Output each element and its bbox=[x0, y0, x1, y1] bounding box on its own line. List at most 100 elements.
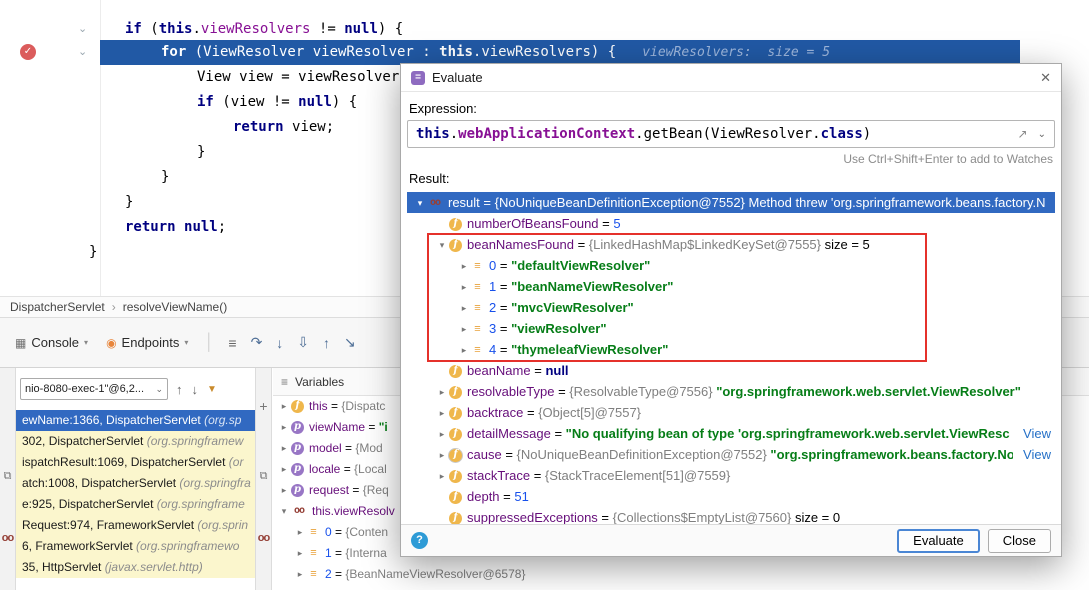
expand-icon[interactable]: ↗ bbox=[1018, 127, 1028, 141]
variable-row[interactable]: ▾ooresult = {NoUniqueBeanDefinitionExcep… bbox=[407, 192, 1055, 213]
frame-up-icon[interactable]: ↑ bbox=[176, 382, 183, 397]
fold-icon[interactable]: ⌄ bbox=[78, 17, 87, 42]
thread-name: nio-8080-exec-1"@6,2... bbox=[25, 383, 144, 395]
array-element-icon: ≡ bbox=[307, 526, 320, 539]
chevron-right-icon[interactable]: ▸ bbox=[293, 543, 307, 564]
step-over-icon[interactable]: ↓ bbox=[276, 335, 283, 351]
chevron-right-icon[interactable]: ▸ bbox=[277, 438, 291, 459]
chevron-right-icon[interactable]: ▸ bbox=[435, 403, 449, 423]
code-line[interactable]: } bbox=[89, 240, 97, 265]
variable-row[interactable]: ▸fbacktrace = {Object[5]@7557} bbox=[407, 402, 1055, 423]
help-icon[interactable]: ? bbox=[411, 532, 428, 549]
step-into-icon[interactable]: ⇩ bbox=[297, 334, 309, 351]
chevron-down-icon[interactable]: ⌄ bbox=[1038, 129, 1046, 140]
chevron-right-icon[interactable]: ▸ bbox=[435, 382, 449, 402]
chevron-right-icon[interactable]: ▸ bbox=[277, 459, 291, 480]
inline-debug-hint: viewResolvers: size = 5 bbox=[642, 45, 830, 60]
chevron-down-icon[interactable]: ▾ bbox=[277, 501, 291, 522]
close-icon[interactable]: ✕ bbox=[1040, 70, 1051, 86]
variable-row[interactable]: ▸fresolvableType = {ResolvableType@7556}… bbox=[407, 381, 1055, 402]
field-icon: f bbox=[449, 470, 462, 483]
variable-row[interactable]: ▸≡2 = "mvcViewResolver" bbox=[407, 297, 1055, 318]
chevron-right-icon[interactable]: ▸ bbox=[457, 319, 471, 339]
add-watch-icon[interactable]: + bbox=[256, 398, 271, 414]
chevron-right-icon[interactable]: ▸ bbox=[277, 480, 291, 501]
filter-icon[interactable]: ▼ bbox=[207, 384, 217, 395]
close-button[interactable]: Close bbox=[988, 529, 1051, 553]
view-link[interactable]: View bbox=[1013, 423, 1051, 444]
chevron-right-icon[interactable]: ▸ bbox=[277, 396, 291, 417]
expression-input[interactable]: this.webApplicationContext.getBean(ViewR… bbox=[407, 120, 1055, 148]
run-to-cursor-icon[interactable]: ↘ bbox=[344, 334, 356, 351]
dialog-titlebar[interactable]: = Evaluate ✕ bbox=[401, 64, 1061, 92]
chevron-down-icon[interactable]: ▾ bbox=[435, 235, 449, 255]
dialog-title: Evaluate bbox=[432, 70, 483, 85]
evaluate-dialog: = Evaluate ✕ Expression: this.webApplica… bbox=[400, 63, 1062, 557]
variable-row[interactable]: ▸≡4 = "thymeleafViewResolver" bbox=[407, 339, 1055, 360]
code-line[interactable]: if (this.viewResolvers != null) { bbox=[125, 17, 403, 42]
execution-code-line[interactable]: for (ViewResolver viewResolver : this.vi… bbox=[161, 40, 830, 65]
code-line[interactable]: if (view != null) { bbox=[197, 90, 357, 115]
frame-row[interactable]: ispatchResult:1069, DispatcherServlet (o… bbox=[16, 452, 255, 473]
variable-row[interactable]: fnumberOfBeansFound = 5 bbox=[407, 213, 1055, 234]
breakpoint-icon[interactable]: ✓ bbox=[20, 44, 36, 60]
tab-console[interactable]: ▦Console▾ bbox=[6, 318, 97, 367]
chevron-right-icon[interactable]: ▸ bbox=[457, 340, 471, 360]
array-element-icon: ≡ bbox=[307, 568, 320, 581]
layout-menu-icon[interactable]: ≡ bbox=[228, 335, 236, 351]
chevron-right-icon[interactable]: ▸ bbox=[277, 417, 291, 438]
tab-endpoints[interactable]: ◉Endpoints▾ bbox=[97, 318, 197, 367]
chevron-down-icon[interactable]: ▾ bbox=[413, 193, 427, 213]
frame-row[interactable]: atch:1008, DispatcherServlet (org.spring… bbox=[16, 473, 255, 494]
frame-row[interactable]: Request:974, FrameworkServlet (org.sprin bbox=[16, 515, 255, 536]
frame-row[interactable]: 35, HttpServlet (javax.servlet.http) bbox=[16, 557, 255, 578]
watch-icon: oo bbox=[291, 505, 307, 518]
variable-row[interactable]: ▾fbeanNamesFound = {LinkedHashMap$Linked… bbox=[407, 234, 1055, 255]
code-line[interactable]: } bbox=[125, 190, 133, 215]
view-link[interactable]: View bbox=[1013, 444, 1051, 465]
thread-selector[interactable]: nio-8080-exec-1"@6,2... ⌄ bbox=[20, 378, 168, 400]
chevron-right-icon[interactable]: ▸ bbox=[435, 424, 449, 444]
field-icon: f bbox=[449, 365, 462, 378]
chevron-down-icon: ⌄ bbox=[155, 384, 163, 395]
frame-row[interactable]: e:925, DispatcherServlet (org.springfram… bbox=[16, 494, 255, 515]
variable-row[interactable]: ▸≡1 = "beanNameViewResolver" bbox=[407, 276, 1055, 297]
breadcrumb-method[interactable]: resolveViewName() bbox=[123, 300, 227, 314]
chevron-right-icon[interactable]: ▸ bbox=[435, 466, 449, 486]
variable-row[interactable]: ▸fdetailMessage = "No qualifying bean of… bbox=[407, 423, 1055, 444]
variable-row[interactable]: ▸fstackTrace = {StackTraceElement[51]@75… bbox=[407, 465, 1055, 486]
chevron-right-icon[interactable]: ▸ bbox=[293, 564, 307, 585]
chevron-right-icon[interactable]: ▸ bbox=[457, 298, 471, 318]
copy-icon[interactable]: ⧉ bbox=[256, 470, 271, 483]
fold-icon[interactable]: ⌄ bbox=[78, 40, 87, 65]
frame-row[interactable]: 302, DispatcherServlet (org.springframew bbox=[16, 431, 255, 452]
hamburger-icon[interactable]: ≡ bbox=[281, 375, 288, 389]
evaluate-button[interactable]: Evaluate bbox=[897, 529, 980, 553]
chevron-right-icon[interactable]: ▸ bbox=[293, 522, 307, 543]
code-line[interactable]: View view = viewResolver. bbox=[197, 65, 408, 90]
watches-icon[interactable]: oo bbox=[0, 532, 15, 544]
copy-stack-icon[interactable]: ⧉ bbox=[0, 470, 15, 483]
breadcrumb-class[interactable]: DispatcherServlet bbox=[10, 300, 105, 314]
variable-row[interactable]: ▸≡2 = {BeanNameViewResolver@6578} bbox=[273, 564, 1089, 585]
variable-row[interactable]: ▸≡0 = "defaultViewResolver" bbox=[407, 255, 1055, 276]
code-line[interactable]: return view; bbox=[233, 115, 334, 140]
frame-down-icon[interactable]: ↓ bbox=[192, 382, 199, 397]
chevron-right-icon[interactable]: ▸ bbox=[457, 256, 471, 276]
frame-row[interactable]: 6, FrameworkServlet (org.springframewo bbox=[16, 536, 255, 557]
variable-row[interactable]: fbeanName = null bbox=[407, 360, 1055, 381]
variable-row[interactable]: ▸≡3 = "viewResolver" bbox=[407, 318, 1055, 339]
expression-text: this.webApplicationContext.getBean(ViewR… bbox=[416, 126, 871, 142]
variable-row[interactable]: ▸fcause = {NoUniqueBeanDefinitionExcepti… bbox=[407, 444, 1055, 465]
chevron-right-icon[interactable]: ▸ bbox=[457, 277, 471, 297]
rerun-icon[interactable]: ↷ bbox=[251, 334, 263, 351]
variable-row[interactable]: fdepth = 51 bbox=[407, 486, 1055, 507]
code-line[interactable]: } bbox=[197, 140, 205, 165]
frame-row[interactable]: ewName:1366, DispatcherServlet (org.sp bbox=[16, 410, 255, 431]
variable-row[interactable]: fsuppressedExceptions = {Collections$Emp… bbox=[407, 507, 1055, 524]
step-out-icon[interactable]: ↑ bbox=[323, 335, 330, 351]
chevron-right-icon[interactable]: ▸ bbox=[435, 445, 449, 465]
code-line[interactable]: return null; bbox=[125, 215, 226, 240]
watches-toggle-icon[interactable]: oo bbox=[256, 532, 271, 544]
code-line[interactable]: } bbox=[161, 165, 169, 190]
